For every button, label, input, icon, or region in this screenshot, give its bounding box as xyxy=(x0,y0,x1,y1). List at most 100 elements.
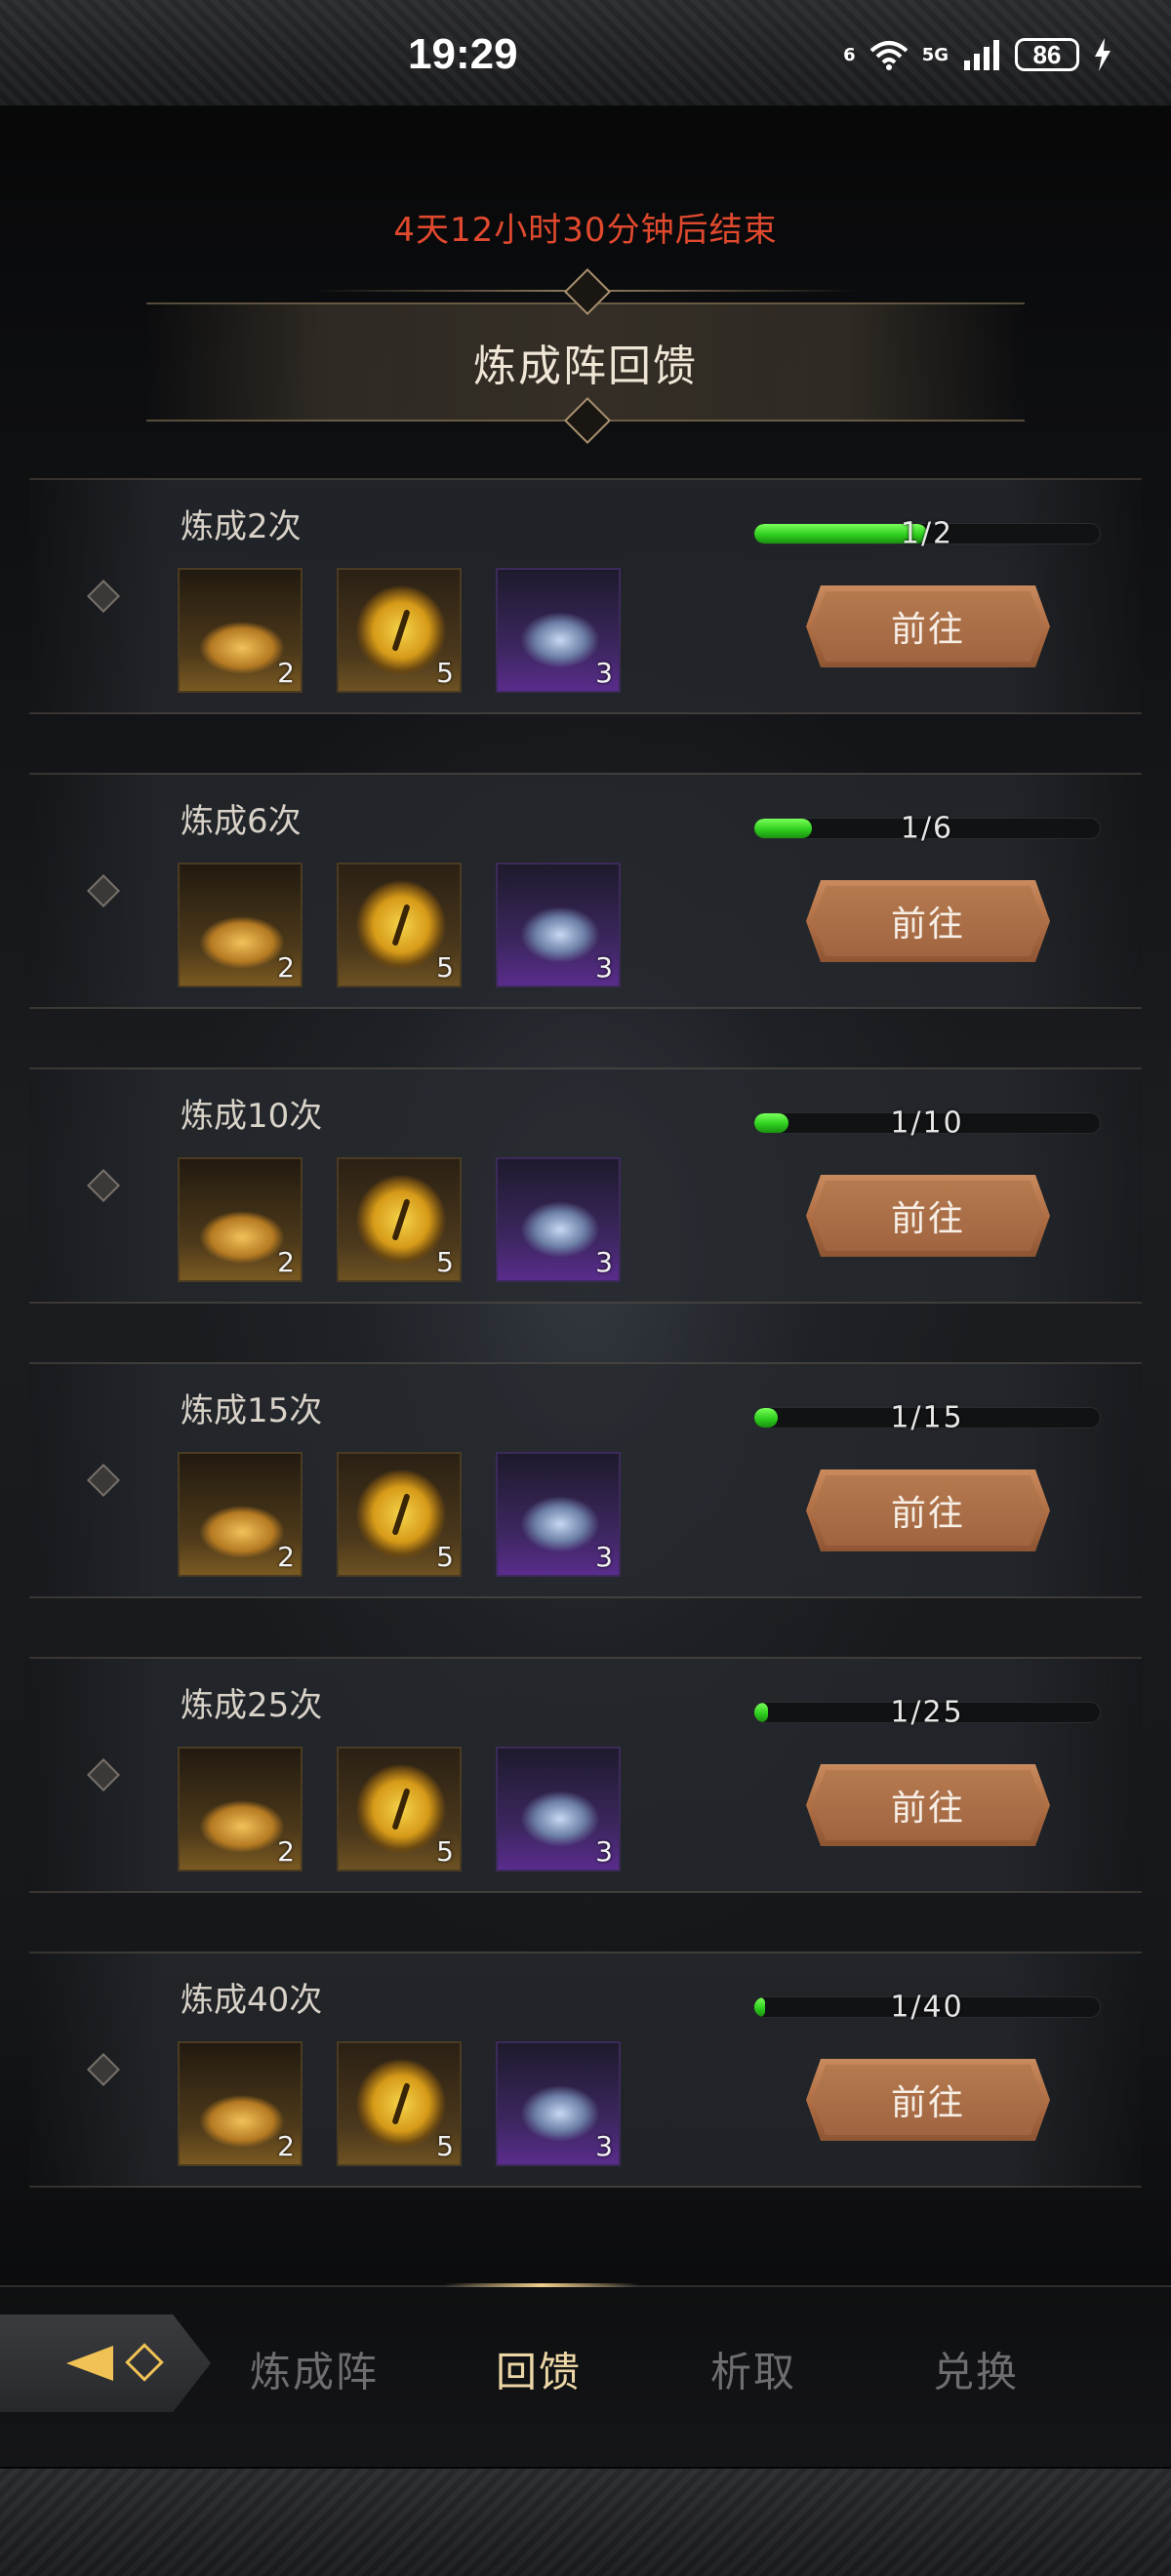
gold-dust-icon[interactable]: 2 xyxy=(178,568,303,693)
item-count: 2 xyxy=(277,1541,295,1573)
reward-row-5: 炼成25次 2 5 3 1/25 前往 xyxy=(29,1657,1142,1893)
item-count: 5 xyxy=(436,1246,454,1278)
progress-text: 1/2 xyxy=(900,516,954,551)
cellular-signal-icon xyxy=(964,40,999,70)
tab-exchange[interactable]: 兑换 xyxy=(933,2340,1019,2399)
go-button[interactable]: 前往 xyxy=(806,1764,1050,1846)
eye-slit xyxy=(391,1788,411,1831)
reward-row-6: 炼成40次 2 5 3 1/40 前往 xyxy=(29,1952,1142,2188)
screen: 19:29 6 5G 86 4天12小时30分钟后结束 炼成阵回馈 炼成2次 2… xyxy=(0,0,1171,2576)
system-nav-area xyxy=(0,2467,1171,2576)
item-count: 2 xyxy=(277,951,295,984)
cellular-label: 5G xyxy=(921,44,949,65)
tab-rewards[interactable]: 回馈 xyxy=(496,2340,582,2399)
golden-eye-icon[interactable]: 5 xyxy=(337,863,462,987)
purple-crystal-icon[interactable]: 3 xyxy=(496,863,621,987)
golden-eye-icon[interactable]: 5 xyxy=(337,568,462,693)
go-button[interactable]: 前往 xyxy=(806,880,1050,962)
gold-dust-icon[interactable]: 2 xyxy=(178,1452,303,1577)
wifi-icon xyxy=(869,41,909,70)
item-count: 3 xyxy=(595,1835,613,1868)
status-time: 19:29 xyxy=(408,30,518,78)
item-count: 2 xyxy=(277,1835,295,1868)
diamond-icon xyxy=(87,1464,120,1497)
wifi-label: 6 xyxy=(843,44,856,65)
golden-eye-icon[interactable]: 5 xyxy=(337,1747,462,1872)
active-tab-indicator xyxy=(444,2283,639,2287)
back-arrow-icon xyxy=(66,2346,113,2381)
tab-alchemy-array[interactable]: 炼成阵 xyxy=(250,2340,379,2399)
go-button-label: 前往 xyxy=(890,1199,965,1239)
reward-row-2: 炼成6次 2 5 3 1/6 前往 xyxy=(29,773,1142,1009)
item-count: 5 xyxy=(436,2130,454,2162)
battery-level: 86 xyxy=(1032,39,1062,69)
diamond-icon xyxy=(87,1758,120,1791)
event-countdown: 4天12小时30分钟后结束 xyxy=(393,211,778,250)
gold-dust-icon[interactable]: 2 xyxy=(178,2041,303,2166)
page-title: 炼成阵回馈 xyxy=(473,342,698,391)
item-count: 3 xyxy=(595,1541,613,1573)
tab-extract[interactable]: 析取 xyxy=(710,2340,796,2399)
title-line-left xyxy=(312,290,566,292)
gold-dust-icon[interactable]: 2 xyxy=(178,863,303,987)
go-button-label: 前往 xyxy=(890,610,965,650)
row-label: 炼成10次 xyxy=(181,1097,323,1136)
item-count: 2 xyxy=(277,2130,295,2162)
progress-text: 1/6 xyxy=(900,811,954,846)
item-count: 2 xyxy=(277,657,295,689)
item-count: 5 xyxy=(436,1541,454,1573)
eye-slit xyxy=(391,904,411,946)
reward-row-1: 炼成2次 2 5 3 1/2 前往 xyxy=(29,478,1142,714)
golden-eye-icon[interactable]: 5 xyxy=(337,1157,462,1282)
purple-crystal-icon[interactable]: 3 xyxy=(496,2041,621,2166)
go-button-label: 前往 xyxy=(890,905,965,945)
status-icons: 6 5G 86 xyxy=(843,38,1112,71)
reward-row-4: 炼成15次 2 5 3 1/15 前往 xyxy=(29,1362,1142,1598)
purple-crystal-icon[interactable]: 3 xyxy=(496,568,621,693)
golden-eye-icon[interactable]: 5 xyxy=(337,2041,462,2166)
progress-text: 1/40 xyxy=(890,1990,964,2025)
go-button-label: 前往 xyxy=(890,2083,965,2123)
go-button[interactable]: 前往 xyxy=(806,2059,1050,2141)
progress-text: 1/25 xyxy=(890,1695,964,1730)
gold-dust-icon[interactable]: 2 xyxy=(178,1157,303,1282)
diamond-icon xyxy=(87,874,120,907)
item-count: 3 xyxy=(595,1246,613,1278)
eye-slit xyxy=(391,1198,411,1241)
battery-icon: 86 xyxy=(1015,38,1079,71)
eye-slit xyxy=(391,1493,411,1536)
go-button-label: 前往 xyxy=(890,1789,965,1829)
diamond-icon xyxy=(87,580,120,613)
item-count: 5 xyxy=(436,657,454,689)
item-count: 2 xyxy=(277,1246,295,1278)
title-line-right xyxy=(605,290,859,292)
golden-eye-icon[interactable]: 5 xyxy=(337,1452,462,1577)
row-label: 炼成40次 xyxy=(181,1981,323,2020)
eye-slit xyxy=(391,609,411,652)
item-count: 3 xyxy=(595,657,613,689)
diamond-icon xyxy=(87,1169,120,1202)
progress-text: 1/15 xyxy=(890,1400,964,1435)
purple-crystal-icon[interactable]: 3 xyxy=(496,1157,621,1282)
go-button[interactable]: 前往 xyxy=(806,1175,1050,1257)
row-label: 炼成15次 xyxy=(181,1391,323,1430)
row-label: 炼成25次 xyxy=(181,1686,323,1725)
progress-text: 1/10 xyxy=(890,1106,964,1141)
item-count: 3 xyxy=(595,951,613,984)
gold-dust-icon[interactable]: 2 xyxy=(178,1747,303,1872)
reward-row-3: 炼成10次 2 5 3 1/10 前往 xyxy=(29,1067,1142,1304)
purple-crystal-icon[interactable]: 3 xyxy=(496,1747,621,1872)
item-count: 5 xyxy=(436,951,454,984)
status-bar: 19:29 6 5G 86 xyxy=(0,0,1171,107)
row-label: 炼成6次 xyxy=(181,802,302,841)
charging-bolt-icon xyxy=(1095,38,1110,71)
item-count: 3 xyxy=(595,2130,613,2162)
row-label: 炼成2次 xyxy=(181,507,302,546)
go-button-label: 前往 xyxy=(890,1494,965,1534)
diamond-icon xyxy=(87,2053,120,2086)
go-button[interactable]: 前往 xyxy=(806,1469,1050,1551)
purple-crystal-icon[interactable]: 3 xyxy=(496,1452,621,1577)
go-button[interactable]: 前往 xyxy=(806,585,1050,667)
eye-slit xyxy=(391,2082,411,2125)
item-count: 5 xyxy=(436,1835,454,1868)
